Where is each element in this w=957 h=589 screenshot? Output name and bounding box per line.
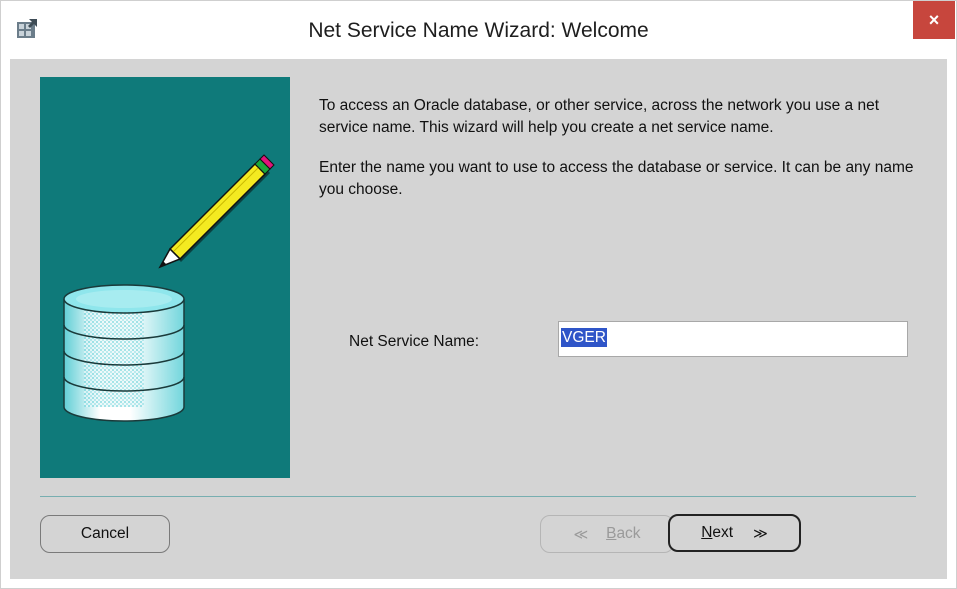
intro-paragraph-2: Enter the name you want to use to access… — [319, 159, 914, 198]
wizard-body: To access an Oracle database, or other s… — [10, 59, 947, 579]
title-bar: Net Service Name Wizard: Welcome × — [1, 1, 956, 59]
chevron-double-right-icon: ≫ — [753, 524, 768, 541]
database-pencil-illustration — [40, 77, 290, 478]
wizard-window: Net Service Name Wizard: Welcome × To ac… — [0, 0, 957, 589]
chevron-double-left-icon: ≪ — [573, 525, 589, 542]
window-title: Net Service Name Wizard: Welcome — [308, 19, 649, 42]
net-service-name-input[interactable]: VGER — [558, 321, 908, 357]
cancel-label: Cancel — [80, 525, 130, 542]
intro-paragraph-1: To access an Oracle database, or other s… — [319, 97, 880, 136]
net-service-name-label: Net Service Name: — [349, 333, 480, 350]
intro-text: To access an Oracle database, or other s… — [319, 95, 929, 219]
next-label: Next — [701, 524, 734, 541]
close-icon: × — [928, 9, 940, 30]
next-button[interactable]: Next ≫ — [668, 514, 801, 552]
net-service-name-value: VGER — [561, 328, 607, 347]
cancel-button[interactable]: Cancel — [40, 515, 170, 553]
back-button[interactable]: ≪ Back — [540, 515, 674, 553]
close-button[interactable]: × — [913, 1, 955, 39]
back-label: Back — [606, 525, 641, 542]
button-divider — [40, 496, 916, 497]
